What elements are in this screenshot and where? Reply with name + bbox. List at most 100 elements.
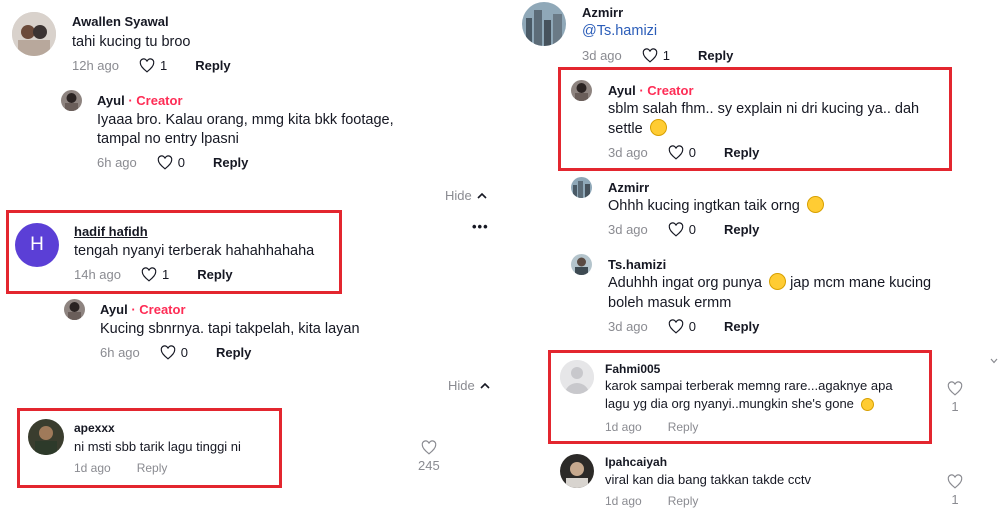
- comment-text-part: Aduhhh ingat org punya: [608, 275, 762, 291]
- avatar[interactable]: [571, 177, 592, 198]
- reply-button[interactable]: Reply: [668, 420, 699, 434]
- reply-button[interactable]: Reply: [197, 267, 232, 282]
- grinning-sweat-emoji-icon: [769, 273, 787, 290]
- like-button[interactable]: 0: [668, 145, 696, 160]
- username[interactable]: Fahmi005: [605, 362, 660, 376]
- comment-text-part: lagu yg dia org nyanyi..mungkin she's go…: [605, 396, 854, 411]
- creator-badge: · Creator: [131, 302, 186, 317]
- heart-icon: [947, 381, 963, 396]
- avatar[interactable]: [560, 454, 594, 488]
- avatar[interactable]: [522, 2, 566, 46]
- avatar[interactable]: [61, 90, 82, 111]
- username[interactable]: Ayul · Creator: [608, 83, 694, 98]
- like-count: 0: [688, 319, 696, 334]
- heart-icon: [157, 155, 173, 170]
- heart-icon: [421, 440, 437, 455]
- comment-text: ni msti sbb tarik lagu tinggi ni: [74, 439, 241, 454]
- heart-icon: [947, 474, 963, 489]
- timestamp: 3d ago: [608, 222, 648, 237]
- heart-icon: [642, 48, 658, 63]
- avatar[interactable]: [64, 299, 85, 320]
- reply-button[interactable]: Reply: [724, 145, 759, 160]
- timestamp: 6h ago: [97, 155, 137, 170]
- more-options-icon[interactable]: •••: [472, 219, 489, 234]
- username[interactable]: apexxx: [74, 421, 115, 435]
- username[interactable]: Azmirr: [608, 180, 649, 195]
- like-count: 1: [951, 399, 959, 414]
- username-text[interactable]: Ayul: [608, 83, 636, 98]
- like-count: 1: [662, 48, 670, 63]
- timestamp: 1d ago: [605, 494, 642, 508]
- reply-button[interactable]: Reply: [724, 319, 759, 334]
- avatar[interactable]: H: [15, 223, 59, 267]
- reply-button[interactable]: Reply: [216, 345, 251, 360]
- comment-text-line2: lagu yg dia org nyanyi..mungkin she's go…: [605, 395, 874, 413]
- hide-replies-button[interactable]: Hide: [445, 188, 487, 203]
- comment-text-line2: boleh masuk ermm: [608, 295, 732, 311]
- heart-icon: [668, 145, 684, 160]
- reply-button[interactable]: Reply: [668, 494, 699, 508]
- creator-badge: · Creator: [639, 83, 694, 98]
- like-button[interactable]: 0: [157, 155, 185, 170]
- username[interactable]: hadif hafidh: [74, 224, 148, 239]
- reply-button[interactable]: Reply: [137, 461, 168, 475]
- comment-meta: 3d ago 0 Reply: [608, 222, 759, 237]
- username-text[interactable]: Ayul: [100, 302, 128, 317]
- comment-text: Iyaaa bro. Kalau orang, mmg kita bkk foo…: [97, 112, 394, 128]
- like-count: 1: [162, 267, 170, 282]
- comment-meta: 1d ago Reply: [74, 461, 167, 475]
- comment-meta: 1d ago Reply: [605, 420, 698, 434]
- username[interactable]: Ts.hamizi: [608, 257, 666, 272]
- like-button[interactable]: 1: [947, 381, 963, 414]
- like-button[interactable]: 1: [642, 48, 670, 63]
- like-button[interactable]: 0: [668, 319, 696, 334]
- comment-text-line2: settle: [608, 119, 667, 139]
- like-count: 245: [418, 458, 440, 473]
- username[interactable]: Ayul · Creator: [97, 93, 183, 108]
- timestamp: 14h ago: [74, 267, 121, 282]
- comment-text: Aduhhh ingat org punya jap mcm mane kuci…: [608, 273, 931, 293]
- like-button[interactable]: 1: [141, 267, 169, 282]
- avatar[interactable]: [28, 419, 64, 455]
- comment-meta: 14h ago 1 Reply: [74, 267, 233, 282]
- reply-button[interactable]: Reply: [724, 222, 759, 237]
- comment-meta: 1d ago Reply: [605, 494, 698, 508]
- comment-meta: 3d ago 0 Reply: [608, 145, 759, 160]
- like-button[interactable]: 1: [139, 58, 167, 73]
- timestamp: 3d ago: [608, 319, 648, 334]
- comment-text: tahi kucing tu broo: [72, 34, 191, 50]
- avatar[interactable]: [571, 254, 592, 275]
- like-button[interactable]: 0: [668, 222, 696, 237]
- username-text[interactable]: Ayul: [97, 93, 125, 108]
- heart-icon: [668, 222, 684, 237]
- avatar[interactable]: [12, 12, 56, 56]
- comment-text: karok sampai terberak memng rare...agakn…: [605, 378, 893, 393]
- hide-label: Hide: [445, 188, 472, 203]
- reply-button[interactable]: Reply: [213, 155, 248, 170]
- chevron-down-icon[interactable]: [990, 352, 998, 368]
- like-button[interactable]: 1: [947, 474, 963, 507]
- heart-icon: [139, 58, 155, 73]
- comment-meta: 6h ago 0 Reply: [97, 155, 248, 170]
- username[interactable]: Ayul · Creator: [100, 302, 186, 317]
- hide-replies-button[interactable]: Hide: [448, 378, 490, 393]
- comment-text-part: Ohhh kucing ingtkan taik orng: [608, 198, 800, 214]
- chevron-up-icon: [477, 192, 487, 199]
- reply-button[interactable]: Reply: [195, 58, 230, 73]
- username[interactable]: Ipahcaiyah: [605, 455, 667, 469]
- heart-icon: [141, 267, 157, 282]
- timestamp: 12h ago: [72, 58, 119, 73]
- username[interactable]: Azmirr: [582, 5, 623, 20]
- comment-text-part: jap mcm mane kucing: [790, 275, 932, 291]
- like-button[interactable]: 0: [160, 345, 188, 360]
- username[interactable]: Awallen Syawal: [72, 14, 169, 29]
- avatar[interactable]: [560, 360, 594, 394]
- comment-text-line2: tampal no entry lpasni: [97, 131, 239, 147]
- blushing-emoji-icon: [860, 398, 874, 411]
- timestamp: 1d ago: [605, 420, 642, 434]
- like-button[interactable]: 245: [418, 440, 440, 473]
- avatar[interactable]: [571, 80, 592, 101]
- mention-link[interactable]: @Ts.hamizi: [582, 21, 657, 41]
- reply-button[interactable]: Reply: [698, 48, 733, 63]
- like-count: 0: [180, 345, 188, 360]
